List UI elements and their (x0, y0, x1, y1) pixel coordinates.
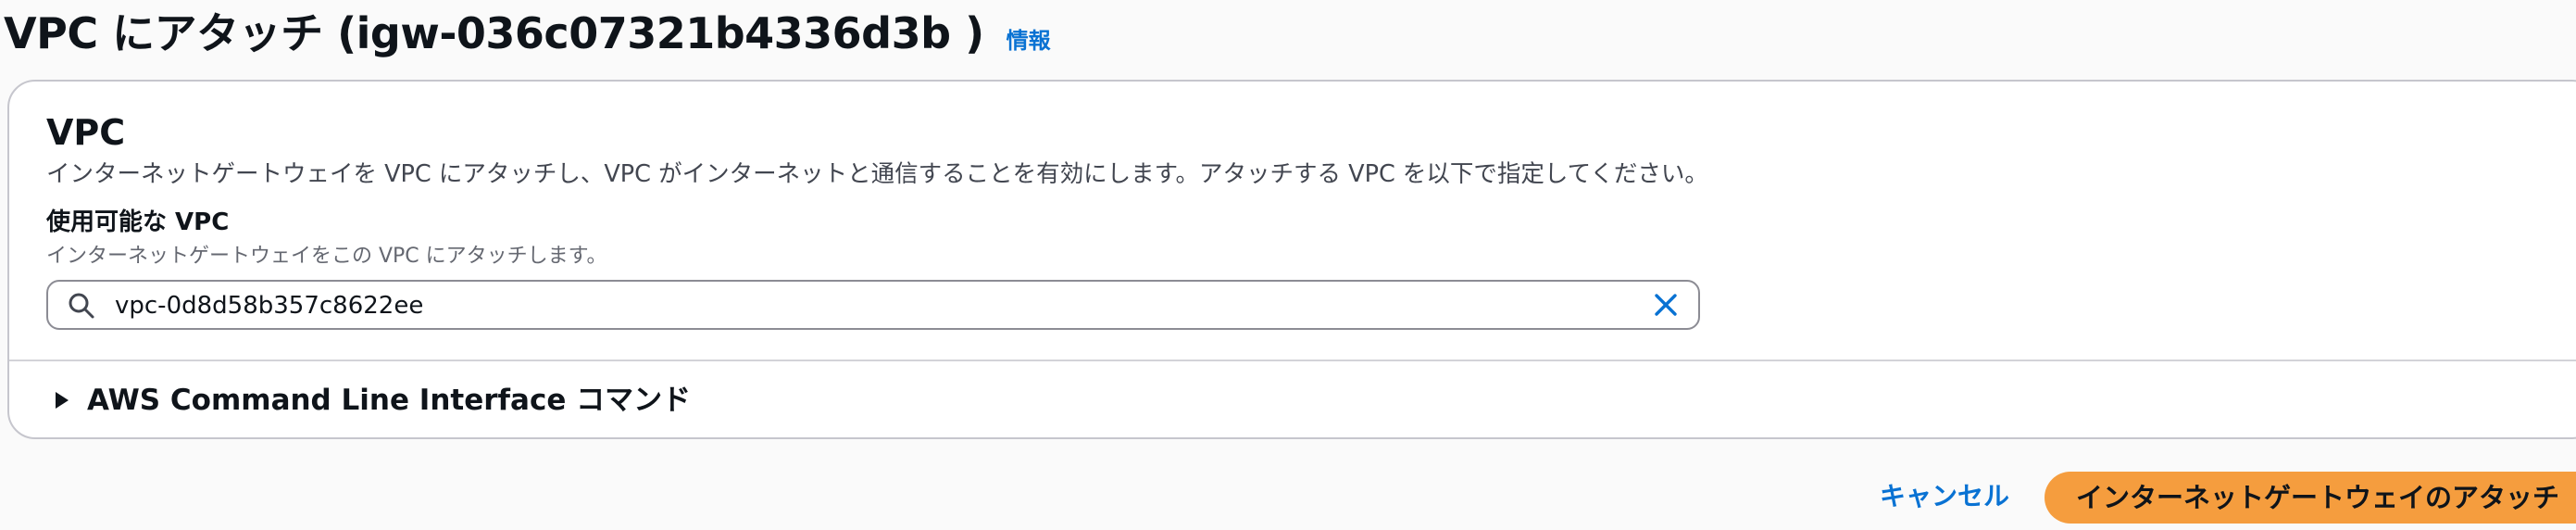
vpc-search-value: vpc-0d8d58b357c8622ee (115, 292, 424, 320)
search-icon (69, 293, 94, 319)
panel-divider (9, 360, 2576, 361)
available-vpc-label: 使用可能な VPC (46, 208, 230, 236)
vpc-search-input[interactable]: vpc-0d8d58b357c8622ee (46, 280, 1700, 330)
cli-commands-label: AWS Command Line Interface コマンド (87, 384, 692, 417)
close-icon[interactable] (1648, 287, 1683, 322)
caret-right-icon (56, 392, 69, 409)
info-link[interactable]: 情報 (1007, 22, 1051, 55)
cli-commands-expander[interactable]: AWS Command Line Interface コマンド (56, 380, 691, 421)
page-header: VPC にアタッチ (igw-036c07321b4336d3b ) 情報 (4, 6, 1051, 61)
cancel-button[interactable]: キャンセル (1880, 472, 2009, 522)
available-vpc-description: インターネットゲートウェイをこの VPC にアタッチします。 (46, 245, 607, 268)
attach-internet-gateway-button[interactable]: インターネットゲートウェイのアタッチ (2045, 472, 2576, 524)
page-title: VPC にアタッチ (igw-036c07321b4336d3b ) (4, 8, 984, 58)
panel-title: VPC (46, 112, 126, 153)
vpc-panel: VPC インターネットゲートウェイを VPC にアタッチし、VPC がインターネ… (7, 80, 2576, 439)
panel-description: インターネットゲートウェイを VPC にアタッチし、VPC がインターネットと通… (46, 160, 1708, 188)
